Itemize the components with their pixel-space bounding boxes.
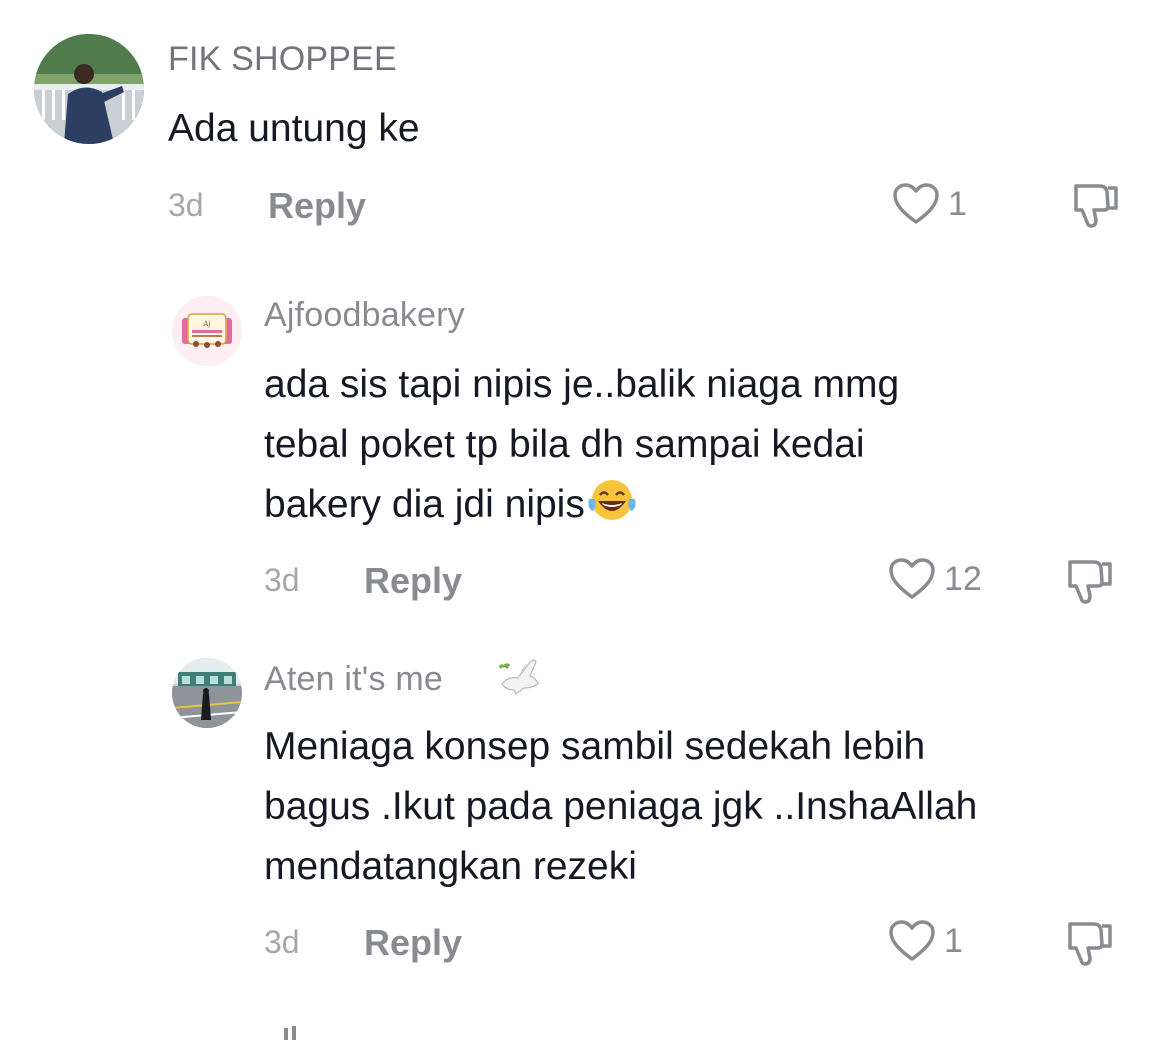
- comment-text-line-with-emoji: bakery dia jdi nipis: [264, 475, 899, 535]
- svg-text:Aj: Aj: [202, 320, 210, 328]
- dove-emoji: [499, 659, 539, 695]
- laughing-tears-emoji: [588, 480, 636, 520]
- comment-time: 3d: [264, 562, 300, 598]
- reply-button[interactable]: Reply: [364, 560, 462, 602]
- thumbs-down-icon: [1068, 560, 1112, 604]
- dislike-button[interactable]: [1064, 556, 1116, 606]
- reply-button[interactable]: Reply: [268, 185, 366, 227]
- comment-text-line: ada sis tapi nipis je..balik niaga mmg: [264, 363, 900, 406]
- like-button[interactable]: 1: [888, 919, 963, 963]
- comment-username[interactable]: Aten it's me: [264, 660, 443, 699]
- dislike-button[interactable]: [1064, 918, 1116, 968]
- comment-text-line: bagus .Ikut pada peniaga jgk ..InshaAlla…: [264, 785, 978, 828]
- dislike-button[interactable]: [1070, 180, 1122, 230]
- like-count: 12: [944, 559, 982, 598]
- comment-item: Aten it's me Meniaga konsep sambil sedek…: [0, 640, 1169, 1020]
- avatar[interactable]: [172, 658, 242, 728]
- avatar[interactable]: [34, 34, 144, 144]
- comment-text-line: bakery dia jdi nipis: [264, 483, 585, 526]
- comment-item: Aj Ajfoodbakery ada sis tapi nipis je..b…: [0, 260, 1169, 640]
- comment-item: FIK SHOPPEE Ada untung ke 3d Reply 1: [0, 0, 1169, 260]
- avatar-image: [172, 658, 242, 728]
- thumbs-down-icon: [1068, 922, 1112, 966]
- comment-text-line: mendatangkan rezeki: [264, 845, 637, 888]
- comment-text: ada sis tapi nipis je..balik niaga mmg t…: [264, 355, 899, 535]
- comment-text-line: tebal poket tp bila dh sampai kedai: [264, 423, 865, 466]
- comment-username[interactable]: Ajfoodbakery: [264, 296, 465, 335]
- thumbs-down-icon: [1074, 184, 1118, 228]
- next-comment-avatar-partial: [284, 1026, 296, 1040]
- avatar-image: [34, 34, 144, 144]
- reply-button[interactable]: Reply: [364, 922, 462, 964]
- like-button[interactable]: 12: [888, 557, 982, 601]
- heart-outline-icon: [889, 558, 935, 599]
- comment-text: Ada untung ke: [168, 99, 420, 159]
- like-count: 1: [948, 184, 967, 223]
- like-button[interactable]: 1: [892, 182, 967, 226]
- comment-text-line: Ada untung ke: [168, 107, 420, 150]
- comment-username[interactable]: FIK SHOPPEE: [168, 40, 397, 79]
- comment-text-line: Meniaga konsep sambil sedekah lebih: [264, 725, 926, 768]
- heart-outline-icon: [893, 183, 939, 224]
- avatar-image: Aj: [172, 296, 242, 366]
- heart-outline-icon: [889, 920, 935, 961]
- avatar[interactable]: Aj: [172, 296, 242, 366]
- comment-time: 3d: [264, 924, 300, 960]
- comment-time: 3d: [168, 187, 204, 223]
- like-count: 1: [944, 921, 963, 960]
- comment-text: Meniaga konsep sambil sedekah lebih bagu…: [264, 717, 977, 897]
